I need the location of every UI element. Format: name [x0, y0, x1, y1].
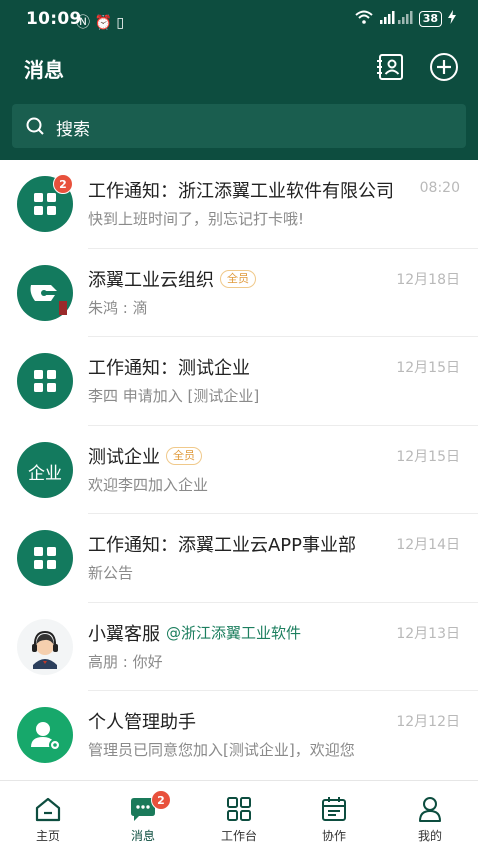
- conversation-title-group: 测试企业 全员: [88, 443, 202, 469]
- tab-label: 协作: [321, 829, 346, 843]
- conversation-preview: 朱鸿 : 滴: [88, 298, 148, 317]
- conversation-item[interactable]: 企业 测试企业 全员 欢迎李四加入企业 12月15日: [0, 426, 478, 514]
- conversation-preview: 管理员已同意您加入[测试企业]，欢迎您: [88, 741, 355, 759]
- conversation-time: 12月13日: [396, 625, 460, 642]
- conversation-preview: 新公告: [88, 564, 134, 582]
- tab-me[interactable]: 我的: [382, 781, 478, 850]
- conversation-title: 工作通知：测试企业: [88, 358, 250, 379]
- conversation-preview: 李四 申请加入 [测试企业]: [88, 387, 260, 405]
- search-icon: [26, 117, 44, 135]
- conversation-preview: 快到上班时间了，别忘记打卡哦!: [88, 210, 305, 228]
- conversation-item[interactable]: 工作通知：添翼工业云APP事业部 新公告 12月14日: [0, 514, 478, 603]
- all-members-tag: 全员: [220, 269, 256, 288]
- conversation-time: 12月14日: [396, 537, 460, 553]
- conversation-time: 08:20: [419, 180, 460, 196]
- tab-label: 我的: [417, 829, 442, 843]
- top-bar: 10:09 Ⓝ ⏰ ▯ 38 消息 搜索: [0, 0, 478, 160]
- profile-icon: [419, 797, 441, 822]
- conversation-title: 工作通知：添翼工业云APP事业部: [88, 535, 357, 556]
- conversation-title: 添翼工业云组织: [88, 269, 214, 291]
- all-members-tag: 全员: [166, 446, 202, 465]
- org-mention: @浙江添翼工业软件: [166, 624, 302, 642]
- conversation-title: 小翼客服: [88, 623, 160, 645]
- contacts-button[interactable]: [376, 52, 406, 82]
- status-time: 10:09: [26, 9, 82, 29]
- support-agent-icon: [17, 618, 73, 675]
- conversation-title: 工作通知：浙江添翼工业软件有限公司: [88, 181, 394, 202]
- conversation-title: 个人管理助手: [88, 712, 196, 733]
- tab-messages[interactable]: 2 消息: [95, 781, 191, 850]
- tab-badge: 2: [151, 790, 171, 810]
- org-logo-icon: [17, 264, 73, 321]
- search-input[interactable]: 搜索: [56, 115, 90, 140]
- conversation-preview: 欢迎李四加入企业: [88, 475, 209, 494]
- conversation-item[interactable]: 个人管理助手 管理员已同意您加入[测试企业]，欢迎您 12月12日: [0, 691, 478, 780]
- conversation-time: 12月15日: [396, 448, 460, 465]
- conversation-title-group: 小翼客服 @浙江添翼工业软件: [88, 620, 301, 646]
- calendar-icon: [322, 797, 346, 821]
- grid-icon: [17, 530, 73, 586]
- tab-label: 消息: [130, 829, 155, 843]
- tab-collaboration[interactable]: 协作: [286, 781, 382, 850]
- conversation-time: 12月12日: [396, 714, 460, 730]
- conversation-item[interactable]: 2 工作通知：浙江添翼工业软件有限公司 快到上班时间了，别忘记打卡哦! 08:2…: [0, 160, 478, 249]
- unread-badge: 2: [53, 174, 73, 194]
- conversation-title: 测试企业: [88, 446, 160, 468]
- apps-icon: [227, 797, 251, 821]
- contacts-book-icon: [377, 54, 403, 80]
- conversation-time: 12月18日: [396, 271, 460, 288]
- conversation-item[interactable]: 添翼工业云组织 全员 朱鸿 : 滴 12月18日: [0, 249, 478, 337]
- battery-indicator: 38: [418, 10, 442, 27]
- charging-icon: [448, 10, 456, 27]
- bottom-tab-bar: 主页 2 消息 工作台 协作 我的: [0, 780, 478, 850]
- tab-home[interactable]: 主页: [0, 781, 96, 850]
- search-bar[interactable]: 搜索: [12, 104, 466, 148]
- header: 消息: [0, 40, 478, 96]
- conversation-time: 12月15日: [396, 360, 460, 376]
- signal-icon: [379, 10, 413, 27]
- tab-label: 主页: [35, 829, 60, 843]
- grid-icon: [17, 353, 73, 409]
- tab-label: 工作台: [220, 829, 257, 843]
- conversation-list: 2 工作通知：浙江添翼工业软件有限公司 快到上班时间了，别忘记打卡哦! 08:2…: [0, 160, 478, 780]
- add-button[interactable]: [429, 52, 459, 82]
- conversation-item[interactable]: 小翼客服 @浙江添翼工业软件 高朋 : 你好 12月13日: [0, 603, 478, 691]
- company-avatar-text: 企业: [28, 463, 62, 484]
- status-right: 38: [355, 10, 456, 27]
- plus-circle-icon: [430, 53, 458, 81]
- tab-workbench[interactable]: 工作台: [191, 781, 287, 850]
- conversation-preview: 高朋 : 你好: [88, 652, 163, 671]
- grid-icon: 2: [17, 174, 73, 232]
- wifi-icon: [355, 10, 373, 27]
- status-notification-icons: Ⓝ ⏰ ▯: [76, 15, 125, 31]
- company-avatar: 企业: [17, 441, 73, 498]
- status-bar: 10:09 Ⓝ ⏰ ▯ 38: [0, 0, 478, 40]
- user-gear-icon: [17, 707, 73, 763]
- conversation-item[interactable]: 工作通知：测试企业 李四 申请加入 [测试企业] 12月15日: [0, 337, 478, 426]
- conversation-title-group: 添翼工业云组织 全员: [88, 266, 256, 292]
- page-title: 消息: [24, 58, 64, 82]
- home-icon: [35, 797, 61, 822]
